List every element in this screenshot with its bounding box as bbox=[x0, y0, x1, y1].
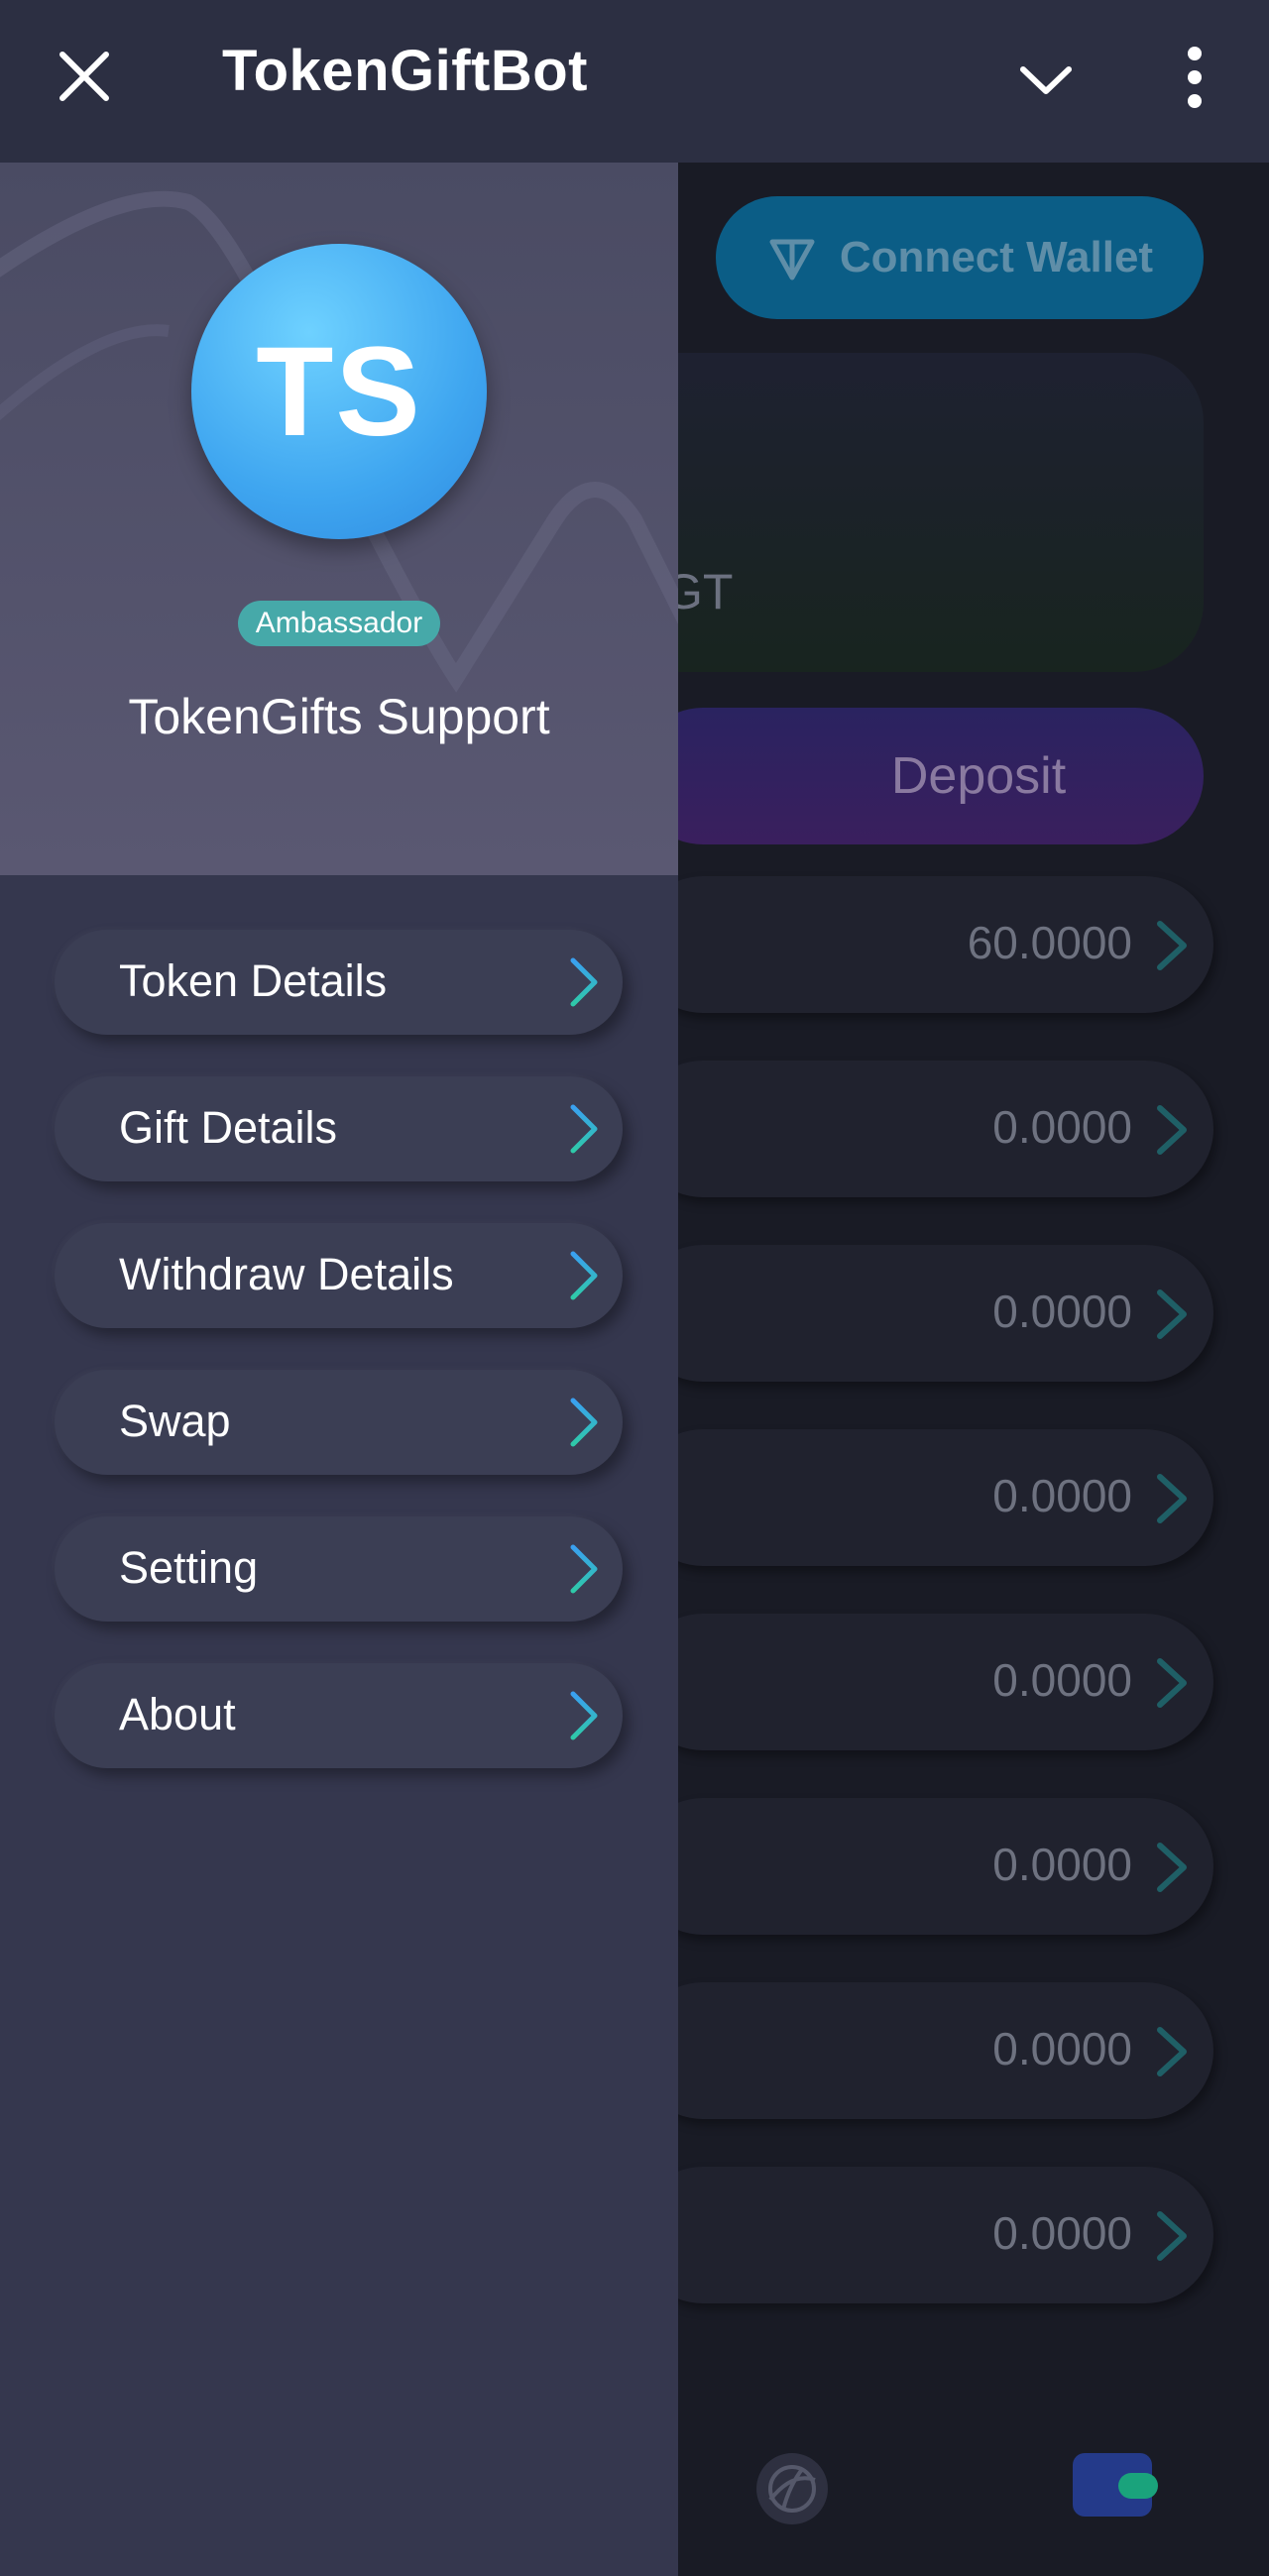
menu-item-setting[interactable]: Setting bbox=[55, 1516, 623, 1622]
token-row[interactable]: 0.0000 bbox=[634, 1982, 1213, 2119]
chevron-right-icon bbox=[570, 1251, 598, 1300]
drawer-header: TS Ambassador TokenGifts Support bbox=[0, 163, 678, 875]
menu-item-about[interactable]: About bbox=[55, 1663, 623, 1768]
token-row[interactable]: 0.0000 bbox=[634, 1245, 1213, 1382]
menu-item-label: Token Details bbox=[119, 955, 388, 1006]
wallet-icon[interactable] bbox=[1073, 2453, 1158, 2517]
user-name: TokenGifts Support bbox=[128, 689, 550, 744]
token-amount: 60.0000 bbox=[967, 917, 1132, 968]
menu-item-label: Swap bbox=[119, 1396, 231, 1446]
token-amount: 0.0000 bbox=[992, 1470, 1132, 1521]
chevron-right-icon bbox=[570, 957, 598, 1007]
chevron-right-icon bbox=[570, 1691, 598, 1740]
token-amount: 0.0000 bbox=[992, 1101, 1132, 1153]
token-amount: 0.0000 bbox=[992, 1839, 1132, 1890]
side-drawer: TS Ambassador TokenGifts Support Token D… bbox=[0, 163, 678, 2576]
chevron-right-icon bbox=[1157, 1474, 1187, 1523]
menu-item-token-details[interactable]: Token Details bbox=[55, 930, 623, 1035]
menu-item-label: Setting bbox=[119, 1542, 259, 1593]
deposit-label: Deposit bbox=[890, 747, 1067, 805]
menu-item-label: About bbox=[119, 1689, 236, 1739]
app-root: TokenGiftBot Connect Wallet GT Deposit 6… bbox=[0, 0, 1269, 2576]
role-badge: Ambassador bbox=[238, 601, 440, 646]
app-title: TokenGiftBot bbox=[222, 39, 588, 103]
avatar[interactable]: TS bbox=[191, 244, 487, 539]
menu-item-label: Withdraw Details bbox=[119, 1249, 454, 1299]
chevron-right-icon bbox=[1157, 1105, 1187, 1155]
menu-item-label: Gift Details bbox=[119, 1102, 338, 1153]
deposit-button[interactable]: Deposit bbox=[634, 708, 1204, 844]
connect-wallet-label: Connect Wallet bbox=[839, 233, 1154, 281]
token-row[interactable]: 0.0000 bbox=[634, 1614, 1213, 1750]
chevron-right-icon bbox=[570, 1104, 598, 1154]
token-row[interactable]: 0.0000 bbox=[634, 2167, 1213, 2303]
chevron-right-icon bbox=[570, 1398, 598, 1447]
avatar-initials: TS bbox=[256, 320, 422, 463]
explore-globe-icon[interactable] bbox=[753, 2450, 831, 2527]
token-amount: 0.0000 bbox=[992, 2023, 1132, 2074]
token-amount: 0.0000 bbox=[992, 1286, 1132, 1337]
close-icon[interactable] bbox=[55, 47, 114, 106]
chevron-right-icon bbox=[1157, 921, 1187, 970]
token-row[interactable]: 60.0000 bbox=[634, 876, 1213, 1013]
menu-item-gift-details[interactable]: Gift Details bbox=[55, 1076, 623, 1181]
chevron-right-icon bbox=[1157, 1658, 1187, 1708]
menu-item-swap[interactable]: Swap bbox=[55, 1370, 623, 1475]
connect-wallet-button[interactable]: Connect Wallet bbox=[716, 196, 1204, 319]
chevron-right-icon bbox=[570, 1544, 598, 1594]
chevron-right-icon bbox=[1157, 2027, 1187, 2076]
token-amount: 0.0000 bbox=[992, 2207, 1132, 2259]
chevron-right-icon bbox=[1157, 1843, 1187, 1892]
ton-diamond-icon bbox=[769, 239, 815, 280]
token-row[interactable]: 0.0000 bbox=[634, 1061, 1213, 1197]
more-vertical-icon[interactable] bbox=[1170, 45, 1219, 110]
chevron-right-icon bbox=[1157, 2211, 1187, 2261]
menu-item-withdraw-details[interactable]: Withdraw Details bbox=[55, 1223, 623, 1328]
wallet-icon-tab bbox=[1118, 2473, 1158, 2499]
chevron-down-icon[interactable] bbox=[1015, 50, 1077, 111]
role-badge-label: Ambassador bbox=[255, 607, 423, 639]
token-row[interactable]: 0.0000 bbox=[634, 1429, 1213, 1566]
top-bar: TokenGiftBot bbox=[0, 0, 1269, 163]
chevron-right-icon bbox=[1157, 1289, 1187, 1339]
token-amount: 0.0000 bbox=[992, 1654, 1132, 1706]
token-row[interactable]: 0.0000 bbox=[634, 1798, 1213, 1935]
